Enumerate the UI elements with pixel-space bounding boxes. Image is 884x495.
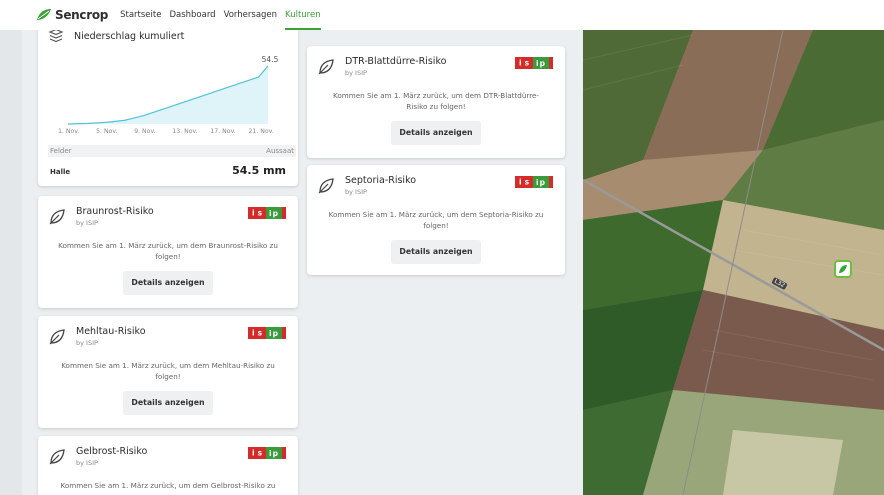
isip-badge: is ip (515, 57, 553, 69)
rain-layers-icon (48, 29, 64, 43)
nav-item-startseite[interactable]: Startseite (120, 0, 161, 30)
x-tick-label: 21. Nov. (248, 128, 274, 135)
logo-text: Sencrop (55, 8, 109, 22)
header-felder: Felder (50, 147, 72, 155)
rain-card: Niederschlag kumuliert 54.5 1. Nov. 5. No… (38, 26, 298, 186)
risk-card-subtitle: by ISIP (76, 459, 98, 467)
x-tick-label: 13. Nov. (172, 128, 198, 135)
risk-card-mehltau: Mehltau-Risiko by ISIP is ip Kommen Sie a… (38, 316, 298, 428)
risk-card-subtitle: by ISIP (76, 219, 98, 227)
risk-card-title: DTR-Blattdürre-Risiko (345, 56, 447, 67)
rain-total-value: 54.5 mm (232, 164, 286, 177)
details-button[interactable]: Details anzeigen (391, 240, 481, 265)
leaf-icon (49, 329, 65, 345)
risk-card-title: Braunrost-Risiko (76, 206, 154, 217)
field-name[interactable]: Halle (50, 168, 70, 176)
leaf-icon (318, 59, 334, 75)
risk-card-title: Gelbrost-Risiko (76, 446, 148, 457)
risk-card-message: Kommen Sie am 1. März zurück, um dem Bra… (58, 241, 278, 262)
header-aussaat: Aussaat (266, 147, 294, 155)
rain-chart: 54.5 (67, 55, 279, 125)
risk-card-title: Septoria-Risiko (345, 175, 417, 186)
top-navigation: Sencrop Startseite Dashboard Vorhersagen… (0, 0, 884, 30)
risk-card-message: Kommen Sie am 1. März zurück, um dem Meh… (61, 361, 275, 382)
x-tick-label: 9. Nov. (134, 128, 156, 135)
risk-card-gelbrost: Gelbrost-Risiko by ISIP is ip Kommen Sie … (38, 436, 298, 495)
details-button[interactable]: Details anzeigen (123, 391, 213, 416)
x-tick-label: 1. Nov. (58, 128, 80, 135)
nav-item-dashboard[interactable]: Dashboard (169, 0, 215, 30)
risk-card-subtitle: by ISIP (345, 188, 367, 196)
x-tick-label: 5. Nov. (96, 128, 118, 135)
leaf-icon (49, 449, 65, 465)
isip-badge: is ip (248, 327, 286, 339)
rain-card-title: Niederschlag kumuliert (74, 30, 185, 42)
details-button[interactable]: Details anzeigen (391, 121, 481, 146)
nav-item-vorhersagen[interactable]: Vorhersagen (224, 0, 277, 30)
satellite-map[interactable]: L32 (583, 30, 884, 495)
nav-item-kulturen[interactable]: Kulturen (285, 0, 321, 30)
isip-badge: is ip (515, 176, 553, 188)
rain-table-header: Felder Aussaat (48, 145, 296, 157)
risk-card-title: Mehltau-Risiko (76, 326, 146, 337)
rain-data-label: 54.5 (262, 55, 279, 64)
risk-card-septoria: Septoria-Risiko by ISIP is ip Kommen Sie … (307, 165, 565, 275)
risk-card-message: Kommen Sie am 1. März zurück, um dem Gel… (60, 481, 276, 490)
sencrop-logo[interactable]: Sencrop (36, 8, 108, 22)
sencrop-leaf-icon (37, 9, 51, 20)
risk-card-subtitle: by ISIP (345, 69, 367, 77)
risk-card-subtitle: by ISIP (76, 339, 98, 347)
risk-card-dtr: DTR-Blattdürre-Risiko by ISIP is ip Komme… (307, 46, 565, 158)
risk-card-message: Kommen Sie am 1. März zurück, um dem Sep… (328, 210, 544, 231)
isip-badge: is ip (248, 207, 286, 219)
risk-card-braunrost: Braunrost-Risiko by ISIP is ip Kommen Sie… (38, 196, 298, 308)
leaf-icon (318, 178, 334, 194)
rain-area (68, 65, 268, 124)
risk-card-message: Kommen Sie am 1. März zurück, um dem DTR… (332, 91, 540, 112)
leaf-icon (49, 209, 65, 225)
isip-badge: is ip (248, 447, 286, 459)
station-marker-icon[interactable] (834, 260, 852, 278)
left-gutter (0, 30, 22, 495)
x-tick-label: 17. Nov. (210, 128, 236, 135)
details-button[interactable]: Details anzeigen (123, 271, 213, 296)
